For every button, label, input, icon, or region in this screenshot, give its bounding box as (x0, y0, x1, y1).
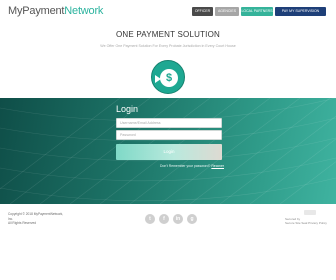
recover-link[interactable]: Recover (211, 164, 224, 168)
login-button[interactable]: Login (116, 144, 222, 160)
login-title: Login (116, 104, 139, 114)
linkedin-icon[interactable]: in (173, 214, 183, 224)
copyright-line-3: All Rights Reserved (8, 221, 36, 225)
copyright: Copyright © 2018 MyPaymentNetwork, Inc. … (8, 212, 68, 226)
copyright-line-1: Copyright © 2018 MyPaymentNetwork, (8, 212, 64, 216)
google-plus-icon[interactable]: g (187, 214, 197, 224)
forgot-password: Don't Remember your password? Recover (160, 164, 224, 168)
logo-text-accent: Network (64, 5, 104, 17)
twitter-icon[interactable]: t (145, 214, 155, 224)
logo-text-main: MyPayment (8, 5, 65, 17)
secure-seal-links[interactable]: Secure Site Seal Privacy Policy (285, 221, 327, 225)
nav-agencies-button[interactable]: AGENCIES (215, 7, 239, 16)
nav-pay-supervision-button[interactable]: PAY MY SUPERVISION (275, 7, 326, 16)
logo[interactable]: MyPaymentNetwork (8, 5, 103, 17)
payment-dollar-icon: $ (151, 60, 185, 94)
dollar-sign-icon: $ (165, 72, 173, 84)
password-input[interactable]: Password (116, 130, 222, 140)
top-bar: MyPaymentNetwork OFFICER AGENCIES LOCAL … (0, 0, 336, 22)
payment-icon-disc: $ (160, 69, 178, 87)
arrow-icon (155, 75, 161, 83)
hero-title: ONE PAYMENT SOLUTION (115, 30, 220, 39)
username-input[interactable]: Username/Email Address (116, 118, 222, 128)
nav-officer-button[interactable]: OFFICER (192, 7, 213, 16)
security-seal-badge[interactable] (304, 210, 316, 215)
forgot-password-text: Don't Remember your password? (160, 164, 211, 168)
hero-subtitle: We Offer One Payment Solution For Every … (100, 44, 236, 48)
facebook-icon[interactable]: f (159, 214, 169, 224)
nav-local-partners-button[interactable]: LOCAL PARTNERS (241, 7, 273, 16)
